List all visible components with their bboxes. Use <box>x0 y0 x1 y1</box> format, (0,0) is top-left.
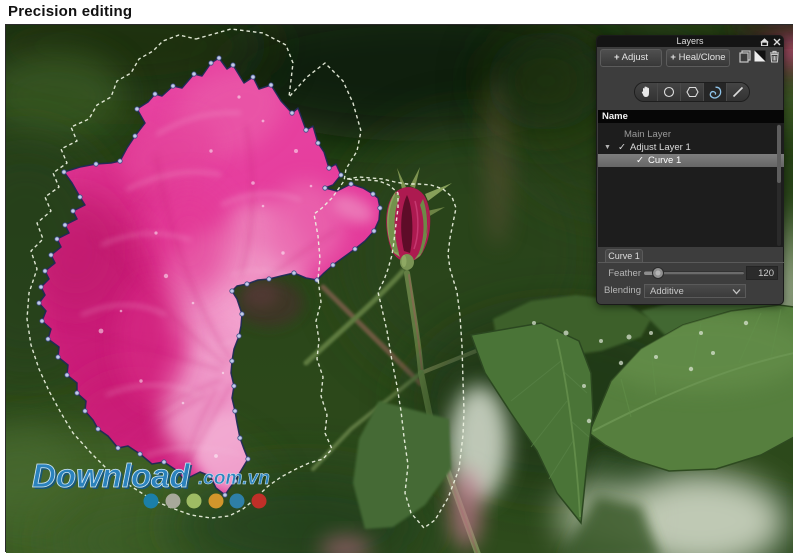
svg-text:Download: Download <box>32 457 190 494</box>
svg-text:.com.vn: .com.vn <box>198 468 270 489</box>
